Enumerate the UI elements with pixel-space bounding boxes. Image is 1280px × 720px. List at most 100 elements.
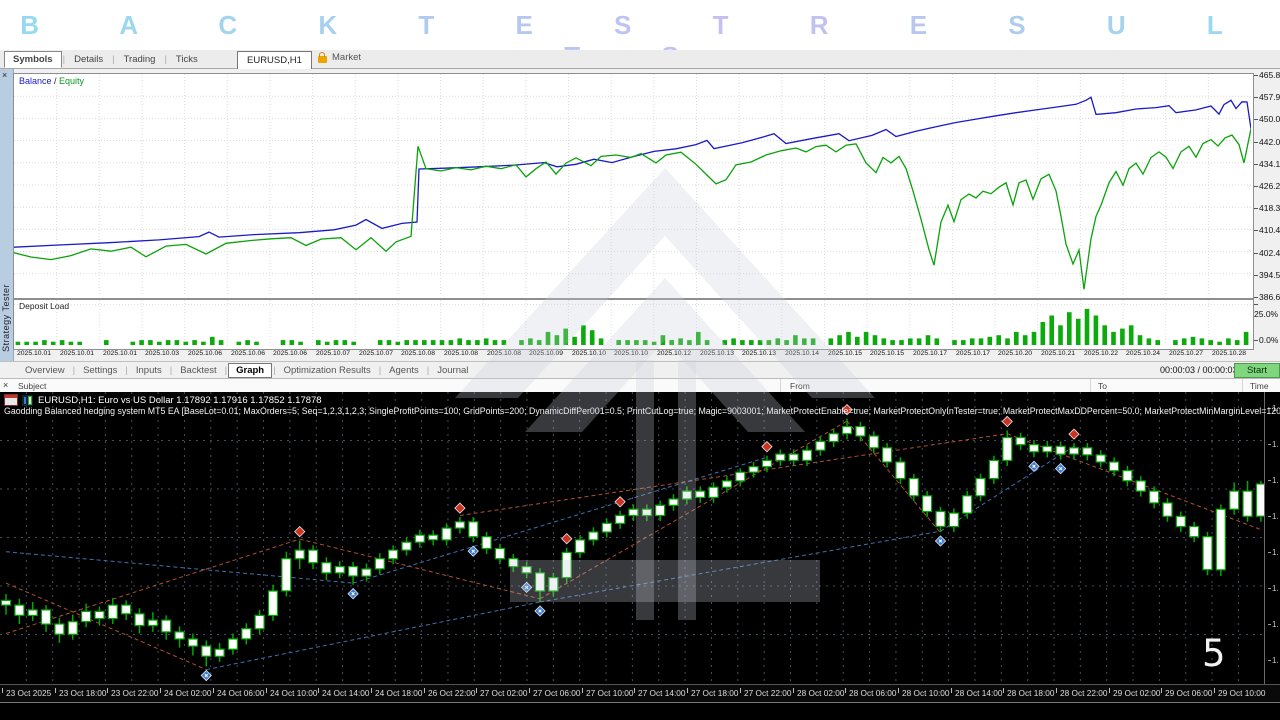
time-label: 28 Oct 22:00 bbox=[1056, 688, 1108, 698]
tab-ticks[interactable]: Ticks bbox=[168, 52, 206, 67]
date-label: 2025.10.15 bbox=[823, 350, 867, 357]
lock-icon bbox=[318, 56, 327, 63]
time-label: 29 Oct 06:00 bbox=[1161, 688, 1213, 698]
price-scale-label: 1. bbox=[1268, 620, 1279, 629]
tester-tab-graph[interactable]: Graph bbox=[228, 363, 272, 378]
tab-separator: | bbox=[63, 54, 65, 65]
buy-marker-icon bbox=[201, 670, 211, 680]
filter-subject[interactable]: Subject bbox=[18, 381, 46, 391]
time-label: 23 Oct 18:00 bbox=[55, 688, 107, 698]
time-label: 29 Oct 02:00 bbox=[1109, 688, 1161, 698]
date-label: 2025.10.21 bbox=[1036, 350, 1080, 357]
time-label: 29 Oct 10:00 bbox=[1214, 688, 1266, 698]
y-axis-label: 426.2 bbox=[1254, 181, 1280, 191]
y-axis-label: 394.5 bbox=[1254, 270, 1280, 280]
y-axis-label: 402.4 bbox=[1254, 248, 1280, 258]
market-status: Market bbox=[318, 52, 361, 63]
time-label: 27 Oct 18:00 bbox=[687, 688, 739, 698]
close-icon[interactable]: × bbox=[3, 380, 8, 390]
deposit-max-label: 25.0% bbox=[1254, 299, 1280, 319]
time-label: 28 Oct 02:00 bbox=[793, 688, 845, 698]
tester-tab-journal[interactable]: Journal bbox=[430, 364, 475, 377]
tab-separator: | bbox=[164, 54, 166, 65]
symbol-ohlc-line: EURUSD,H1: Euro vs US Dollar 1.17892 1.1… bbox=[38, 395, 322, 406]
date-label: 2025.10.07 bbox=[311, 350, 355, 357]
sell-marker-icon bbox=[562, 534, 572, 544]
journal-filter-row: × Subject From To Time bbox=[0, 378, 1280, 393]
time-label: 28 Oct 10:00 bbox=[898, 688, 950, 698]
date-label: 2025.10.07 bbox=[354, 350, 398, 357]
sell-marker-icon bbox=[455, 503, 465, 513]
time-label: 24 Oct 18:00 bbox=[371, 688, 423, 698]
balance-equity-plot[interactable]: Balance / Equity bbox=[13, 73, 1254, 299]
price-scale-label: 1. bbox=[1268, 548, 1279, 557]
tab-eurusd-h1[interactable]: EURUSD,H1 bbox=[237, 51, 312, 70]
date-label: 2025.10.24 bbox=[1121, 350, 1165, 357]
mt5-price-chart[interactable]: EURUSD,H1: Euro vs US Dollar 1.17892 1.1… bbox=[0, 392, 1280, 720]
time-label: 28 Oct 14:00 bbox=[951, 688, 1003, 698]
date-label: 2025.10.15 bbox=[865, 350, 909, 357]
price-scale-label: 1. bbox=[1268, 656, 1279, 665]
tab-separator: | bbox=[225, 365, 227, 376]
tester-tab-agents[interactable]: Agents bbox=[382, 364, 426, 377]
start-button[interactable]: Start bbox=[1234, 363, 1280, 378]
date-label: 2025.10.08 bbox=[396, 350, 440, 357]
filter-divider bbox=[780, 379, 781, 393]
chart-tab-label: EURUSD,H1 bbox=[247, 55, 302, 66]
tester-tab-overview[interactable]: Overview bbox=[18, 364, 72, 377]
candlestick-icon[interactable] bbox=[22, 395, 33, 406]
tab-separator: | bbox=[73, 365, 75, 376]
y-axis-label: 410.4 bbox=[1254, 225, 1280, 235]
tester-tab-settings[interactable]: Settings bbox=[76, 364, 124, 377]
date-axis: 2025.10.012025.10.012025.10.012025.10.03… bbox=[13, 350, 1252, 360]
tab-trading[interactable]: Trading bbox=[116, 52, 164, 67]
tab-details[interactable]: Details bbox=[66, 52, 111, 67]
date-label: 2025.10.08 bbox=[482, 350, 526, 357]
price-scale[interactable]: 1.1.1.1.1.1.1.1. bbox=[1264, 392, 1280, 684]
sell-marker-icon bbox=[762, 442, 772, 452]
date-label: 2025.10.27 bbox=[1164, 350, 1208, 357]
tab-separator: | bbox=[427, 365, 429, 376]
tester-tab-backtest[interactable]: Backtest bbox=[173, 364, 223, 377]
tab-separator: | bbox=[125, 365, 127, 376]
tab-separator: | bbox=[379, 365, 381, 376]
tab-symbols[interactable]: Symbols bbox=[4, 51, 62, 68]
date-label: 2025.10.10 bbox=[609, 350, 653, 357]
y-axis-label: 465.8 bbox=[1254, 70, 1280, 80]
date-label: 2025.10.06 bbox=[268, 350, 312, 357]
document-tabs: Symbols|Details|Trading|Ticks bbox=[4, 50, 206, 68]
buy-marker-icon bbox=[348, 589, 358, 599]
chart-header: EURUSD,H1: Euro vs US Dollar 1.17892 1.1… bbox=[4, 394, 322, 406]
time-label: 27 Oct 02:00 bbox=[476, 688, 528, 698]
time-label: 28 Oct 18:00 bbox=[1003, 688, 1055, 698]
table-icon[interactable] bbox=[4, 394, 18, 406]
date-label: 2025.10.06 bbox=[183, 350, 227, 357]
date-label: 2025.10.06 bbox=[226, 350, 270, 357]
tester-tab-optimization-results[interactable]: Optimization Results bbox=[277, 364, 378, 377]
deposit-load-plot[interactable]: Deposit Load bbox=[13, 299, 1254, 350]
page-number: 5 bbox=[1202, 632, 1226, 675]
filter-time[interactable]: Time bbox=[1250, 381, 1269, 391]
tester-tab-inputs[interactable]: Inputs bbox=[129, 364, 169, 377]
price-scale-label: 1. bbox=[1268, 512, 1279, 521]
y-axis-label: 457.9 bbox=[1254, 92, 1280, 102]
date-label: 2025.10.14 bbox=[780, 350, 824, 357]
time-label: 27 Oct 22:00 bbox=[740, 688, 792, 698]
candlestick-chart-svg bbox=[0, 392, 1264, 684]
strategy-tester-label: Strategy Tester bbox=[1, 284, 11, 352]
time-label: 23 Oct 22:00 bbox=[107, 688, 159, 698]
balance-equity-svg bbox=[14, 74, 1251, 296]
close-icon[interactable]: × bbox=[2, 70, 7, 80]
time-label: 24 Oct 14:00 bbox=[318, 688, 370, 698]
y-axis-label: 418.3 bbox=[1254, 203, 1280, 213]
tab-separator: | bbox=[170, 365, 172, 376]
date-label: 2025.10.03 bbox=[140, 350, 184, 357]
time-axis[interactable]: 23 Oct 202523 Oct 18:0023 Oct 22:0024 Oc… bbox=[0, 684, 1280, 702]
date-label: 2025.10.09 bbox=[524, 350, 568, 357]
date-label: 2025.10.28 bbox=[1207, 350, 1251, 357]
date-label: 2025.10.01 bbox=[12, 350, 56, 357]
filter-from[interactable]: From bbox=[790, 381, 810, 391]
date-label: 2025.10.08 bbox=[439, 350, 483, 357]
filter-to[interactable]: To bbox=[1098, 381, 1107, 391]
y-axis-label: 434.1 bbox=[1254, 159, 1280, 169]
